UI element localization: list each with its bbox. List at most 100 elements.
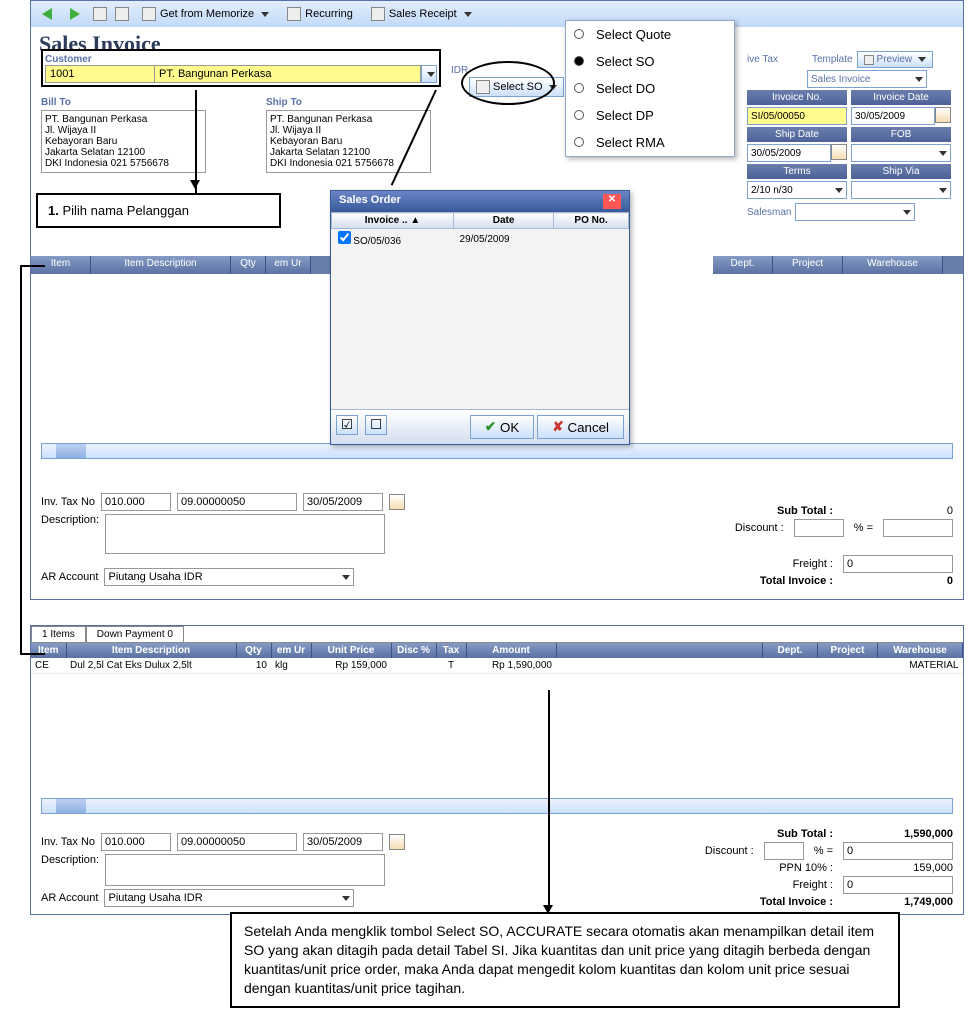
freight-input-2[interactable]: 0: [843, 876, 953, 894]
total-value: 0: [843, 575, 953, 587]
sales-order-dialog: Sales Order✕ Invoice .. ▲ Date PO No. SO…: [330, 190, 630, 445]
calendar-icon[interactable]: [831, 144, 847, 160]
discount-pct-input[interactable]: [794, 519, 844, 537]
salesman-label: Salesman: [747, 207, 791, 218]
print-icon[interactable]: [93, 7, 107, 21]
check-all-button[interactable]: ☑: [336, 415, 358, 435]
fob-input[interactable]: [851, 144, 951, 162]
horizontal-scrollbar[interactable]: [41, 443, 953, 459]
tax3-input-2[interactable]: 30/05/2009: [303, 833, 383, 851]
customer-code-input[interactable]: 1001: [45, 65, 155, 83]
tax2-input[interactable]: 09.00000050: [177, 493, 297, 511]
customer-name-input[interactable]: PT. Bangunan Perkasa: [155, 65, 421, 83]
menu-select-so[interactable]: Select SO: [566, 48, 734, 75]
tax1-input[interactable]: 010.000: [101, 493, 171, 511]
col-amount: Amount: [466, 643, 556, 658]
ive-tax-label: ive Tax: [747, 54, 778, 65]
col-tax: Tax: [436, 643, 466, 658]
invoice-date-header: Invoice Date: [851, 90, 951, 105]
template-select[interactable]: Sales Invoice: [807, 70, 927, 88]
total-value-2: 1,749,000: [843, 896, 953, 908]
col-unit: em Ur: [266, 256, 311, 274]
freight-label: Freight :: [793, 558, 833, 570]
ar-label: AR Account: [41, 571, 98, 583]
close-icon[interactable]: ✕: [603, 194, 621, 209]
tab-items[interactable]: 1 Items: [31, 626, 86, 642]
freight-input[interactable]: 0: [843, 555, 953, 573]
dlg-row[interactable]: SO/05/036 29/05/2009: [332, 229, 629, 250]
customer-label: Customer: [45, 54, 92, 65]
calendar-icon[interactable]: [389, 834, 405, 850]
desc-input-2[interactable]: [105, 854, 385, 886]
menu-select-dp[interactable]: Select DP: [566, 102, 734, 129]
ok-button[interactable]: ✔OK: [470, 415, 534, 439]
billto-label: Bill To: [41, 97, 71, 108]
col-qty: Qty: [231, 256, 266, 274]
nav-fwd-button[interactable]: [65, 6, 85, 22]
col-project: Project: [773, 256, 843, 274]
discount-pct-input-2[interactable]: [764, 842, 804, 860]
nav-back-button[interactable]: [37, 6, 57, 22]
shipto-label: Ship To: [266, 97, 302, 108]
cancel-button[interactable]: ✘Cancel: [537, 415, 624, 439]
terms-input[interactable]: 2/10 n/30: [747, 181, 847, 199]
discount-label-2: Discount :: [705, 845, 754, 857]
preview-button[interactable]: Preview: [857, 51, 934, 68]
shipto-address[interactable]: PT. Bangunan Perkasa Jl. Wijaya II Kebay…: [266, 110, 431, 173]
sales-receipt-button[interactable]: Sales Receipt: [366, 5, 477, 23]
salesman-input[interactable]: [795, 203, 915, 221]
calendar-icon[interactable]: [389, 494, 405, 510]
fob-header: FOB: [851, 127, 951, 142]
col-wh: Warehouse: [843, 256, 943, 274]
billto-address[interactable]: PT. Bangunan Perkasa Jl. Wijaya II Kebay…: [41, 110, 206, 173]
item-row[interactable]: CE Dul 2,5l Cat Eks Dulux 2,5lt 10 klg R…: [31, 658, 963, 674]
col-qty: Qty: [236, 643, 271, 658]
col-dept: Dept.: [763, 643, 818, 658]
ar-input[interactable]: Piutang Usaha IDR: [104, 568, 354, 586]
shipvia-input[interactable]: [851, 181, 951, 199]
save-icon[interactable]: [115, 7, 129, 21]
dlg-col-invoice[interactable]: Invoice .. ▲: [332, 213, 454, 229]
invoice-no-input[interactable]: SI/05/00050: [747, 107, 847, 125]
col-project: Project: [818, 643, 878, 658]
document-icon: [476, 80, 490, 94]
col-desc: Item Description: [91, 256, 231, 274]
recurring-button[interactable]: Recurring: [282, 5, 358, 23]
discount-amt-input-2[interactable]: 0: [843, 842, 953, 860]
dlg-col-date[interactable]: Date: [454, 213, 554, 229]
subtotal-value-2: 1,590,000: [843, 828, 953, 840]
template-label: Template: [812, 54, 853, 65]
calendar-icon[interactable]: [935, 107, 951, 123]
col-price: Unit Price: [311, 643, 391, 658]
uncheck-all-button[interactable]: ☐: [365, 415, 387, 435]
terms-header: Terms: [747, 164, 847, 179]
desc-input[interactable]: [105, 514, 385, 554]
total-label: Total Invoice :: [760, 575, 833, 587]
menu-select-do[interactable]: Select DO: [566, 75, 734, 102]
desc-label: Description:: [41, 514, 99, 526]
get-memorize-button[interactable]: Get from Memorize: [137, 5, 274, 23]
subtotal-label: Sub Total :: [777, 505, 833, 517]
total-label-2: Total Invoice :: [760, 896, 833, 908]
customer-dropdown[interactable]: [421, 65, 437, 83]
invoice-no-header: Invoice No.: [747, 90, 847, 105]
ar-input-2[interactable]: Piutang Usaha IDR: [104, 889, 354, 907]
annotation-3: Setelah Anda mengklik tombol Select SO, …: [230, 912, 900, 1008]
tax2-input-2[interactable]: 09.00000050: [177, 833, 297, 851]
invoice-date-input[interactable]: 30/05/2009: [851, 107, 935, 125]
menu-select-rma[interactable]: Select RMA: [566, 129, 734, 156]
ship-date-input[interactable]: 30/05/2009: [747, 144, 831, 162]
horizontal-scrollbar-2[interactable]: [41, 798, 953, 814]
dlg-col-pono[interactable]: PO No.: [554, 213, 629, 229]
subtotal-value: 0: [843, 505, 953, 517]
menu-select-quote[interactable]: Select Quote: [566, 21, 734, 48]
freight-label-2: Freight :: [793, 879, 833, 891]
tax3-input[interactable]: 30/05/2009: [303, 493, 383, 511]
select-so-button[interactable]: Select SO: [469, 77, 564, 97]
discount-amt-input[interactable]: [883, 519, 953, 537]
col-unit: em Ur: [271, 643, 311, 658]
tab-down-payment[interactable]: Down Payment 0: [86, 626, 184, 642]
col-desc: Item Description: [66, 643, 236, 658]
tax1-input-2[interactable]: 010.000: [101, 833, 171, 851]
dlg-row-checkbox[interactable]: [338, 231, 351, 244]
